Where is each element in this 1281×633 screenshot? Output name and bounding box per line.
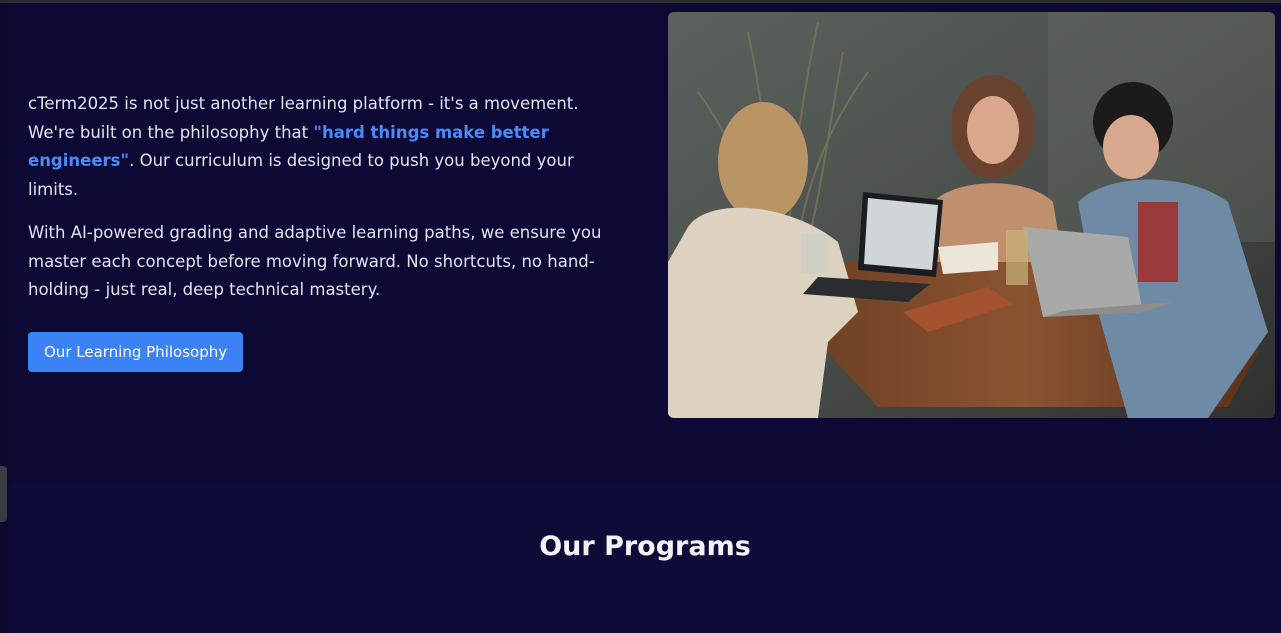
programs-section: Our Programs bbox=[9, 483, 1281, 633]
learning-philosophy-button[interactable]: Our Learning Philosophy bbox=[28, 331, 244, 372]
photo-illustration bbox=[668, 12, 1275, 418]
about-text: cTerm2025 is not just another learning p… bbox=[28, 90, 628, 372]
students-photo bbox=[668, 12, 1275, 418]
about-paragraph-1: cTerm2025 is not just another learning p… bbox=[28, 90, 628, 204]
left-edge-strip bbox=[0, 3, 9, 633]
about-paragraph-2: With AI-powered grading and adaptive lea… bbox=[28, 223, 602, 299]
programs-title: Our Programs bbox=[539, 531, 751, 562]
scroll-handle[interactable] bbox=[0, 466, 7, 522]
